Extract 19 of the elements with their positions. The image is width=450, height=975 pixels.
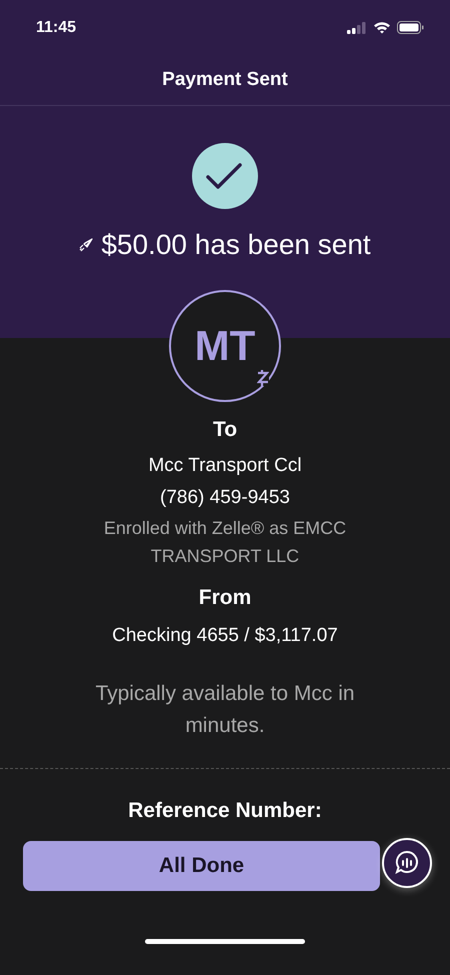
availability-text: Typically available to Mcc in minutes. (94, 681, 356, 739)
paper-plane-icon (79, 238, 94, 252)
amount-sent-text: $50.00 has been sent (101, 229, 371, 261)
all-done-button[interactable]: All Done (23, 841, 380, 891)
recipient-name: Mcc Transport Ccl (148, 454, 302, 478)
status-time: 11:45 (36, 18, 76, 36)
signal-icon (347, 22, 367, 34)
reference-label: Reference Number: (128, 799, 322, 823)
battery-icon (397, 21, 424, 34)
recipient-phone: (786) 459-9453 (160, 486, 290, 510)
wifi-icon (373, 21, 391, 34)
account-text: Checking 4655 / $3,117.07 (112, 624, 338, 648)
from-label: From (198, 586, 252, 610)
chat-button[interactable] (382, 838, 432, 888)
checkmark-icon (192, 143, 258, 209)
screen-title: Payment Sent (162, 69, 288, 91)
zelle-icon (257, 370, 269, 386)
enrollment-text: Enrolled with Zelle® as EMCC TRANSPORT LLC (102, 517, 348, 568)
to-label: To (212, 418, 238, 442)
